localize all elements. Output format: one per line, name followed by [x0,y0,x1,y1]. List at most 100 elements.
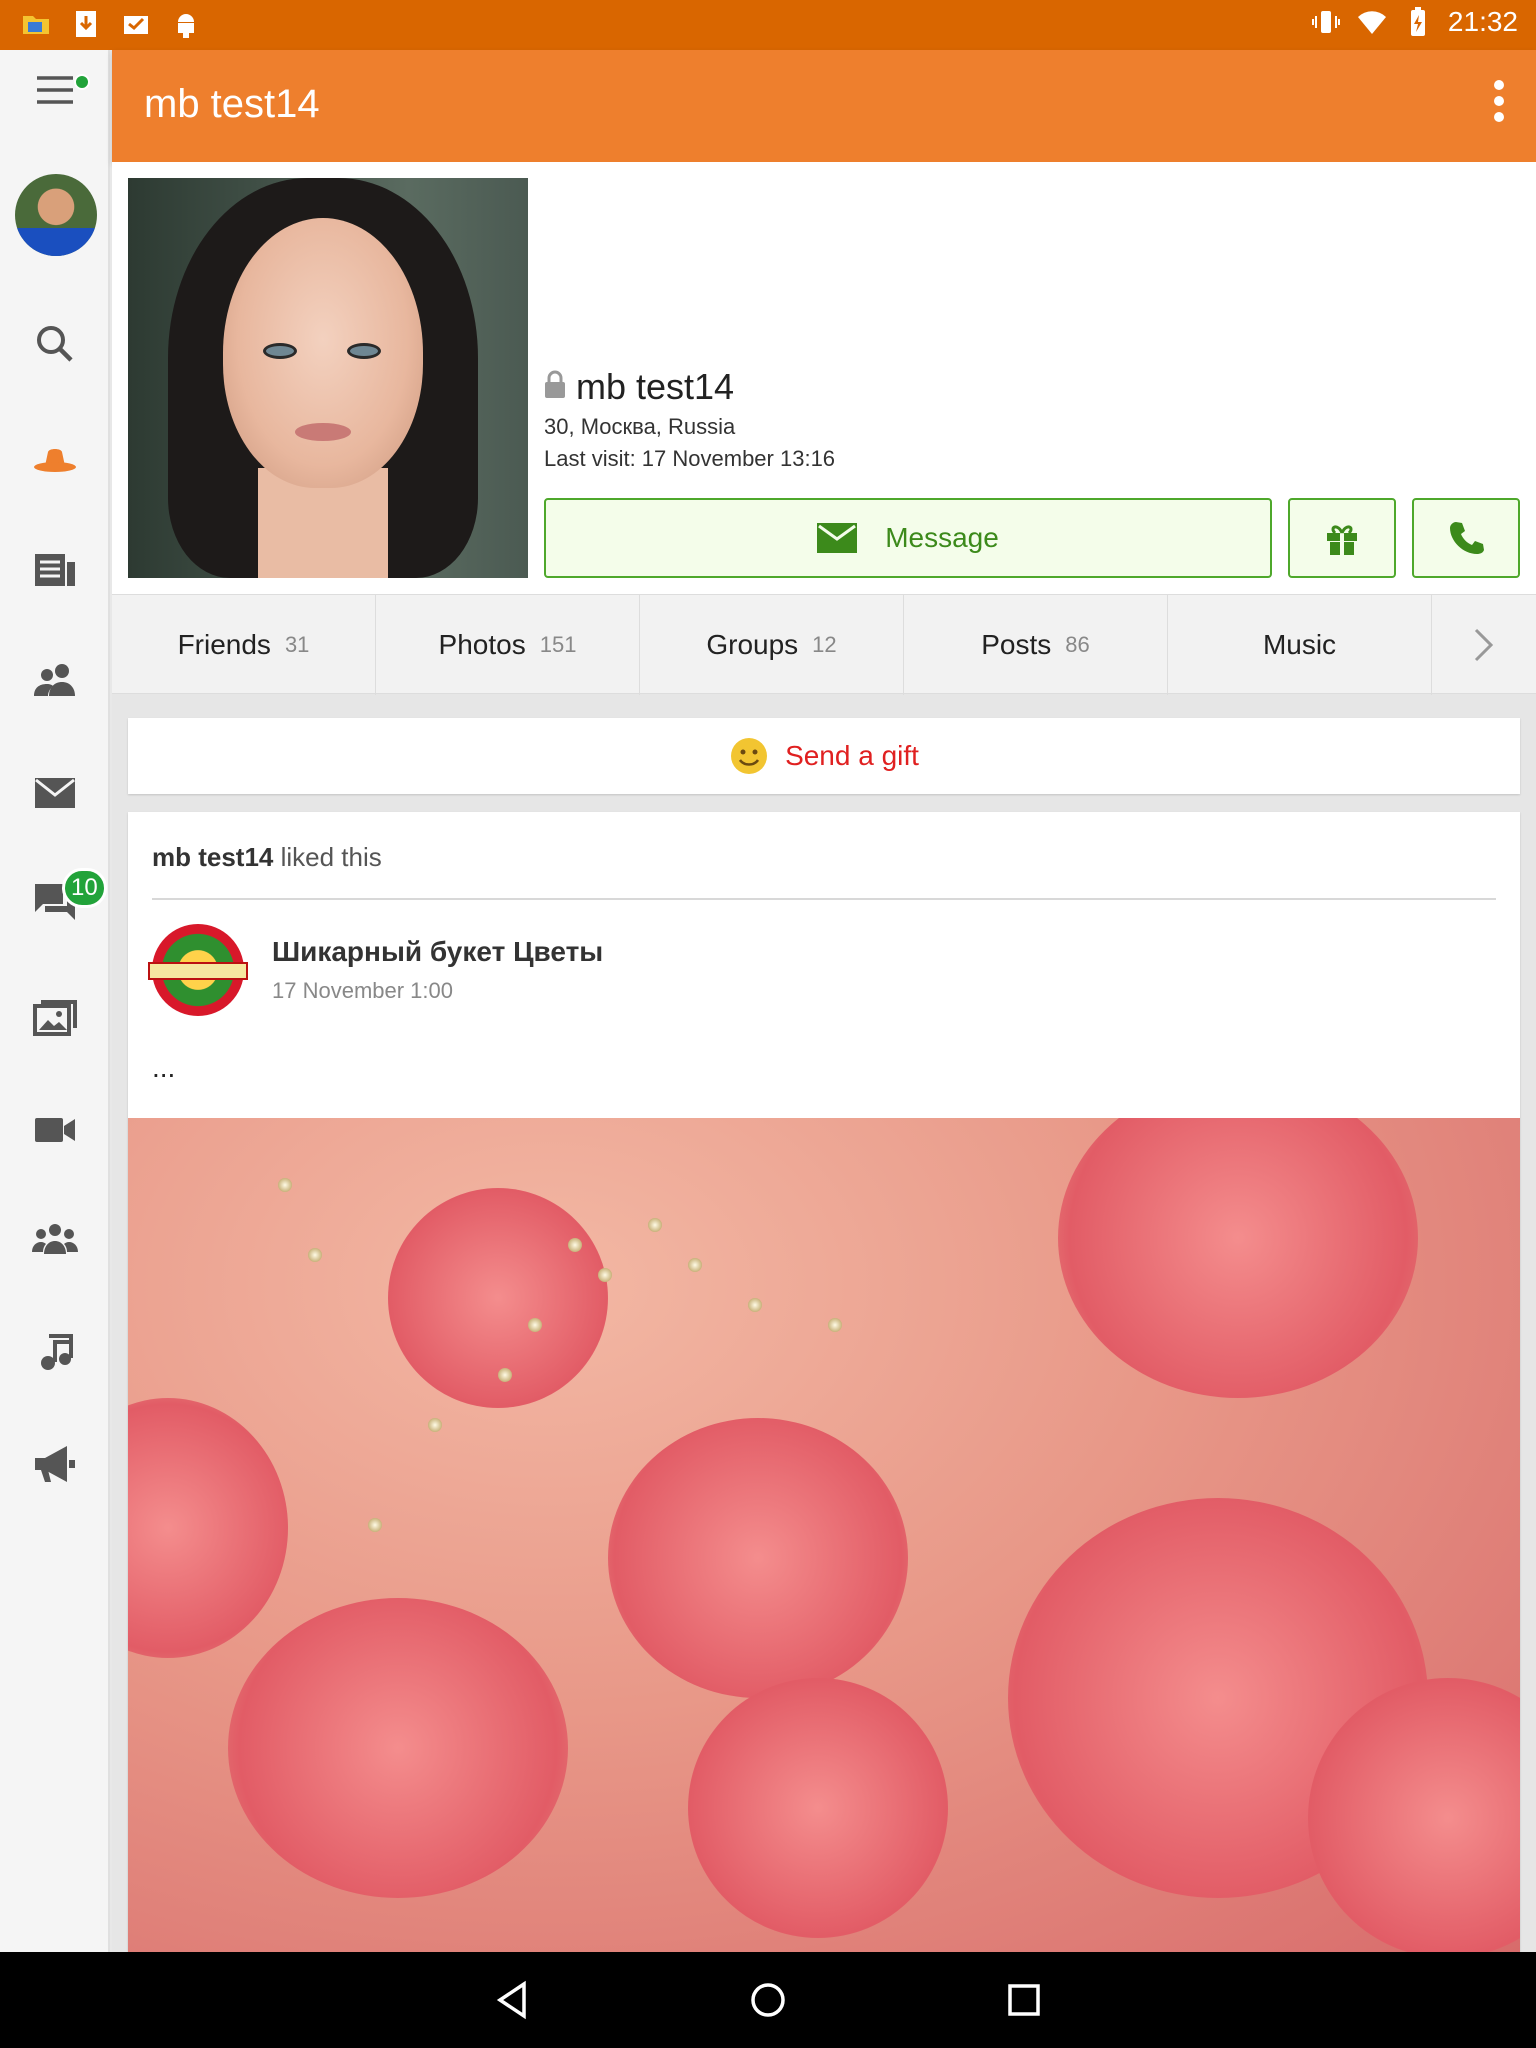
rail-messages[interactable] [0,752,110,832]
main-content: mb test14 30, Москва, Russia Last visit:… [112,162,1536,1952]
post-date: 17 November 1:00 [272,978,453,1003]
tab-count: 151 [539,632,577,657]
lock-icon [544,370,566,405]
feed-post: mb test14 liked this Шикарный букет Цвет… [128,812,1520,1952]
recents-button[interactable] [994,1970,1054,2030]
envelope-icon [817,523,858,553]
tab-music[interactable]: Music [1168,595,1432,695]
profile-name-row: mb test14 [544,366,734,408]
smiley-icon [731,738,768,774]
system-navigation-bar [0,1952,1536,2048]
logo-banner [148,962,248,980]
tab-count: 86 [1065,632,1090,657]
sparkle [688,1258,702,1272]
video-icon [35,1118,75,1142]
message-label: Message [885,522,999,553]
tab-posts[interactable]: Posts 86 [904,595,1168,695]
recents-icon [1008,1984,1040,2016]
sparkle [368,1518,382,1532]
music-icon [41,1334,73,1370]
call-button[interactable] [1412,498,1520,578]
dot [1494,112,1504,122]
post-activity-line: mb test14 liked this [152,842,382,873]
photos-icon [33,1000,77,1036]
flower [128,1398,288,1658]
megaphone-icon [35,1446,75,1482]
avatar[interactable] [15,174,97,256]
rail-search[interactable] [0,304,110,384]
rail-music[interactable] [0,1312,110,1392]
navigation-rail: 10 [0,50,110,1952]
dot [1494,80,1504,90]
rail-guests[interactable] [0,420,110,500]
message-button[interactable]: Message [544,498,1272,578]
sparkle [498,1368,512,1382]
search-icon [37,326,73,362]
tab-label: Friends [177,629,271,660]
sparkle [428,1418,442,1432]
more-options-button[interactable] [1494,80,1506,132]
tab-count: 12 [812,632,837,657]
rail-announcements[interactable] [0,1424,110,1504]
gift-button[interactable] [1288,498,1396,578]
post-image[interactable] [128,1118,1520,1952]
news-feed-icon [35,554,75,586]
tabs-scroll-right-button[interactable] [1432,595,1536,695]
profile-photo[interactable] [128,178,528,578]
flower [608,1418,908,1698]
flower [228,1598,568,1898]
friends-icon [34,664,75,696]
post-text: ... [152,1052,176,1083]
sparkle [308,1248,322,1262]
divider [152,898,1496,900]
home-icon [751,1983,785,2017]
tab-friends[interactable]: Friends 31 [112,595,376,695]
group-name[interactable]: Шикарный букет Цветы [272,936,603,968]
notification-dot [74,74,90,90]
group-logo[interactable] [148,924,248,1016]
back-button[interactable] [484,1970,544,2030]
photo-lips [295,423,351,441]
rail-news-feed[interactable] [0,530,110,610]
send-gift-label: Send a gift [785,740,919,771]
profile-last-visit: Last visit: 17 November 13:16 [544,446,836,471]
avatar-shirt [15,228,97,256]
wifi-icon [1357,11,1386,34]
sparkle [748,1298,762,1312]
rail-video[interactable] [0,1090,110,1170]
photo-face [223,218,423,488]
profile-location: 30, Москва, Russia [544,414,736,439]
chevron-right-icon [1474,628,1494,662]
tab-label: Photos [438,629,526,660]
send-gift-button[interactable]: Send a gift [128,718,1520,794]
post-author[interactable]: mb test14 [152,842,273,872]
home-button[interactable] [738,1970,798,2030]
guests-hat-icon [34,449,76,472]
gift-icon [1327,525,1357,555]
tab-groups[interactable]: Groups 12 [640,595,904,695]
photo-eye [263,343,297,359]
groups-icon [32,1224,78,1254]
profile-header: mb test14 30, Москва, Russia Last visit:… [112,162,1536,594]
menu-button[interactable] [0,50,110,130]
post-action: liked this [273,842,382,872]
tab-label: Groups [706,629,799,660]
phone-icon [1450,522,1484,554]
rail-friends[interactable] [0,640,110,720]
back-icon [496,1980,526,2020]
dot [1494,96,1504,106]
tab-photos[interactable]: Photos 151 [376,595,640,695]
sparkle [568,1238,582,1252]
flower [1058,1118,1418,1398]
flower [688,1678,948,1938]
profile-name: mb test14 [576,366,735,407]
mail-icon [35,778,75,808]
rail-groups[interactable] [0,1200,110,1280]
rail-discussions[interactable]: 10 [0,862,110,942]
tab-count: 31 [284,632,310,657]
discussions-badge: 10 [62,868,107,908]
status-time: 21:32 [1447,6,1518,37]
file-manager-icon [23,16,49,34]
sparkle [828,1318,842,1332]
rail-photos[interactable] [0,978,110,1058]
